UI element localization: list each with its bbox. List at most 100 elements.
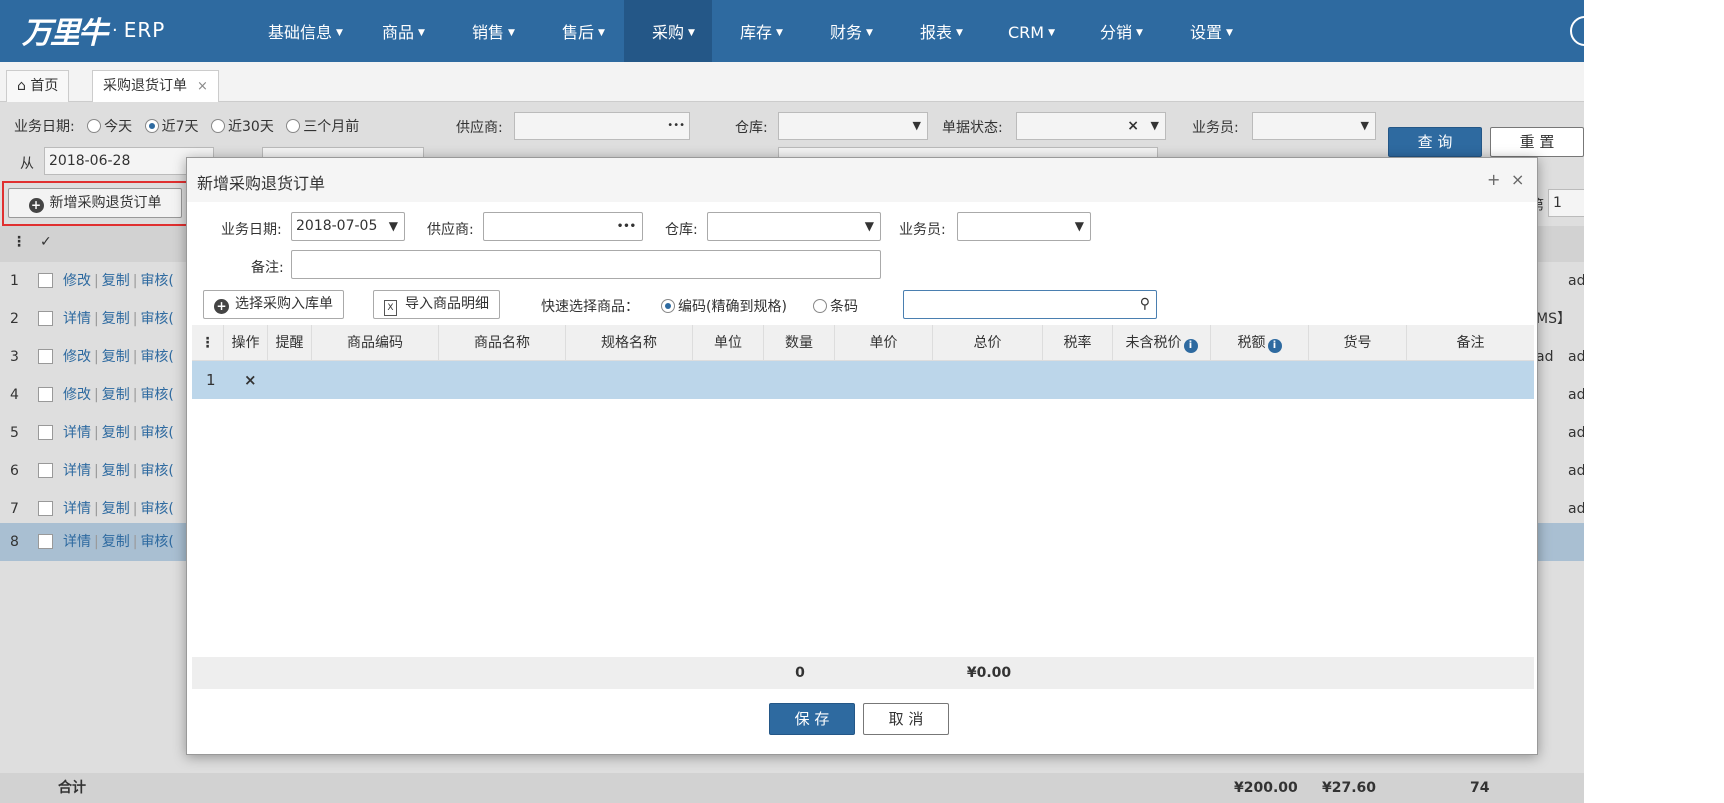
nav-purchase[interactable]: 采购 ▼ bbox=[624, 0, 712, 62]
nav-finance[interactable]: 财务 ▼ bbox=[830, 0, 873, 62]
tab-home[interactable]: ⌂ 首页 bbox=[6, 70, 70, 102]
row-detail-link[interactable]: 详情 bbox=[63, 425, 91, 441]
nav-sales[interactable]: 销售 ▼ bbox=[472, 0, 515, 62]
row-checkbox[interactable] bbox=[38, 273, 53, 288]
col-note: 备注 bbox=[1456, 335, 1485, 351]
row-copy-link[interactable]: 复制 bbox=[102, 501, 130, 517]
row-checkbox[interactable] bbox=[38, 387, 53, 402]
tab-purchase-return[interactable]: 采购退货订单 × bbox=[92, 70, 219, 102]
filter-status-select[interactable]: × ▼ bbox=[1016, 112, 1166, 140]
col-action: 操作 bbox=[224, 325, 268, 361]
chevron-down-icon: ▼ bbox=[956, 28, 963, 38]
row-copy-link[interactable]: 复制 bbox=[102, 387, 130, 403]
col-qty: 数量 bbox=[764, 325, 835, 361]
chevron-down-icon: ▼ bbox=[508, 28, 515, 38]
footer-qty: 0 bbox=[795, 665, 805, 681]
maximize-icon[interactable]: + bbox=[1487, 170, 1500, 189]
filter-date-label: 业务日期: bbox=[14, 119, 75, 135]
goods-row[interactable]: 1 × bbox=[192, 361, 1534, 399]
nav-distribution[interactable]: 分销 ▼ bbox=[1100, 0, 1143, 62]
logo-dot: · bbox=[112, 19, 118, 41]
nav-inventory[interactable]: 库存 ▼ bbox=[740, 0, 783, 62]
info-icon[interactable]: i bbox=[1267, 339, 1282, 353]
dlg-note-input[interactable] bbox=[291, 250, 881, 279]
row-copy-link[interactable]: 复制 bbox=[102, 273, 130, 289]
row-detail-link[interactable]: 详情 bbox=[63, 534, 91, 550]
row-approve-link[interactable]: 审核( bbox=[140, 273, 173, 289]
row-detail-link[interactable]: 详情 bbox=[63, 501, 91, 517]
col-goods-code: 商品编码 bbox=[312, 325, 439, 361]
nav-basic-info[interactable]: 基础信息 ▼ bbox=[268, 0, 343, 62]
nav-reports[interactable]: 报表 ▼ bbox=[920, 0, 963, 62]
radio-3months[interactable]: 三个月前 bbox=[286, 119, 359, 135]
row-approve-link[interactable]: 审核( bbox=[140, 311, 173, 327]
save-button[interactable]: 保 存 bbox=[769, 703, 855, 735]
row-edit-link[interactable]: 修改 bbox=[63, 273, 91, 289]
filter-warehouse-select[interactable]: ▼ bbox=[778, 112, 928, 140]
total-tax: ¥27.60 bbox=[1322, 780, 1377, 796]
row-copy-link[interactable]: 复制 bbox=[102, 425, 130, 441]
col-unit: 单位 bbox=[693, 325, 764, 361]
dialog-header bbox=[187, 158, 1537, 202]
nav-settings[interactable]: 设置 ▼ bbox=[1190, 0, 1233, 62]
query-button[interactable]: 查 询 bbox=[1388, 127, 1482, 157]
reset-button[interactable]: 重 置 bbox=[1490, 127, 1584, 157]
new-return-order-button[interactable]: + 新增采购退货订单 bbox=[8, 188, 182, 218]
page-input[interactable]: 1 bbox=[1548, 189, 1584, 217]
dlg-supplier-input[interactable]: ••• bbox=[483, 212, 643, 241]
dlg-date-select[interactable]: 2018-07-05 ▼ bbox=[291, 212, 405, 241]
row-copy-link[interactable]: 复制 bbox=[102, 311, 130, 327]
column-menu-icon[interactable]: ⋮ bbox=[192, 325, 224, 361]
filter-clerk-select[interactable]: ▼ bbox=[1252, 112, 1376, 140]
dlg-warehouse-label: 仓库: bbox=[665, 222, 698, 238]
radio-30days[interactable]: 近30天 bbox=[211, 119, 274, 135]
nav-goods[interactable]: 商品 ▼ bbox=[382, 0, 425, 62]
total-amount: ¥200.00 bbox=[1234, 780, 1298, 796]
dlg-clerk-label: 业务员: bbox=[899, 222, 946, 238]
import-goods-button[interactable]: X 导入商品明细 bbox=[373, 290, 500, 319]
row-copy-link[interactable]: 复制 bbox=[102, 534, 130, 550]
row-copy-link[interactable]: 复制 bbox=[102, 463, 130, 479]
dlg-clerk-select[interactable]: ▼ bbox=[957, 212, 1091, 241]
dlg-warehouse-select[interactable]: ▼ bbox=[707, 212, 881, 241]
row-checkbox[interactable] bbox=[38, 463, 53, 478]
dlg-date-label: 业务日期: bbox=[221, 222, 282, 238]
row-edit-link[interactable]: 修改 bbox=[63, 349, 91, 365]
delete-row-icon[interactable]: × bbox=[244, 361, 257, 399]
search-icon: ⚲ bbox=[1139, 296, 1150, 312]
chevron-down-icon: ▼ bbox=[598, 28, 605, 38]
close-icon[interactable]: × bbox=[1511, 170, 1524, 189]
row-checkbox[interactable] bbox=[38, 311, 53, 326]
radio-barcode[interactable]: 条码 bbox=[813, 296, 858, 316]
list-total-row: 合计 ¥200.00 ¥27.60 74 bbox=[0, 773, 1584, 803]
row-approve-link[interactable]: 审核( bbox=[140, 501, 173, 517]
row-approve-link[interactable]: 审核( bbox=[140, 534, 173, 550]
row-checkbox[interactable] bbox=[38, 501, 53, 516]
row-approve-link[interactable]: 审核( bbox=[140, 387, 173, 403]
row-checkbox[interactable] bbox=[38, 349, 53, 364]
radio-today[interactable]: 今天 bbox=[87, 119, 132, 135]
chevron-down-icon: ▼ bbox=[776, 28, 783, 38]
info-icon[interactable]: i bbox=[1183, 339, 1198, 353]
row-edit-link[interactable]: 修改 bbox=[63, 387, 91, 403]
nav-crm[interactable]: CRM ▼ bbox=[1008, 0, 1055, 62]
row-checkbox[interactable] bbox=[38, 425, 53, 440]
column-menu-icon[interactable]: ⋮ bbox=[12, 234, 26, 250]
filter-supplier-input[interactable]: ••• bbox=[514, 112, 690, 140]
row-approve-link[interactable]: 审核( bbox=[140, 349, 173, 365]
row-checkbox[interactable] bbox=[38, 534, 53, 549]
row-approve-link[interactable]: 审核( bbox=[140, 463, 173, 479]
row-approve-link[interactable]: 审核( bbox=[140, 425, 173, 441]
row-detail-link[interactable]: 详情 bbox=[63, 311, 91, 327]
radio-code[interactable]: 编码(精确到规格) bbox=[661, 296, 787, 316]
quick-search-input[interactable]: ⚲ bbox=[903, 290, 1157, 319]
user-avatar-icon[interactable] bbox=[1570, 16, 1584, 46]
close-tab-icon[interactable]: × bbox=[197, 79, 208, 94]
radio-7days[interactable]: 近7天 bbox=[144, 119, 199, 135]
nav-after-sales[interactable]: 售后 ▼ bbox=[562, 0, 605, 62]
select-purchase-in-button[interactable]: + 选择采购入库单 bbox=[203, 290, 344, 319]
cancel-button[interactable]: 取 消 bbox=[863, 703, 949, 735]
check-all-header[interactable]: ✓ bbox=[40, 234, 52, 250]
row-detail-link[interactable]: 详情 bbox=[63, 463, 91, 479]
row-copy-link[interactable]: 复制 bbox=[102, 349, 130, 365]
